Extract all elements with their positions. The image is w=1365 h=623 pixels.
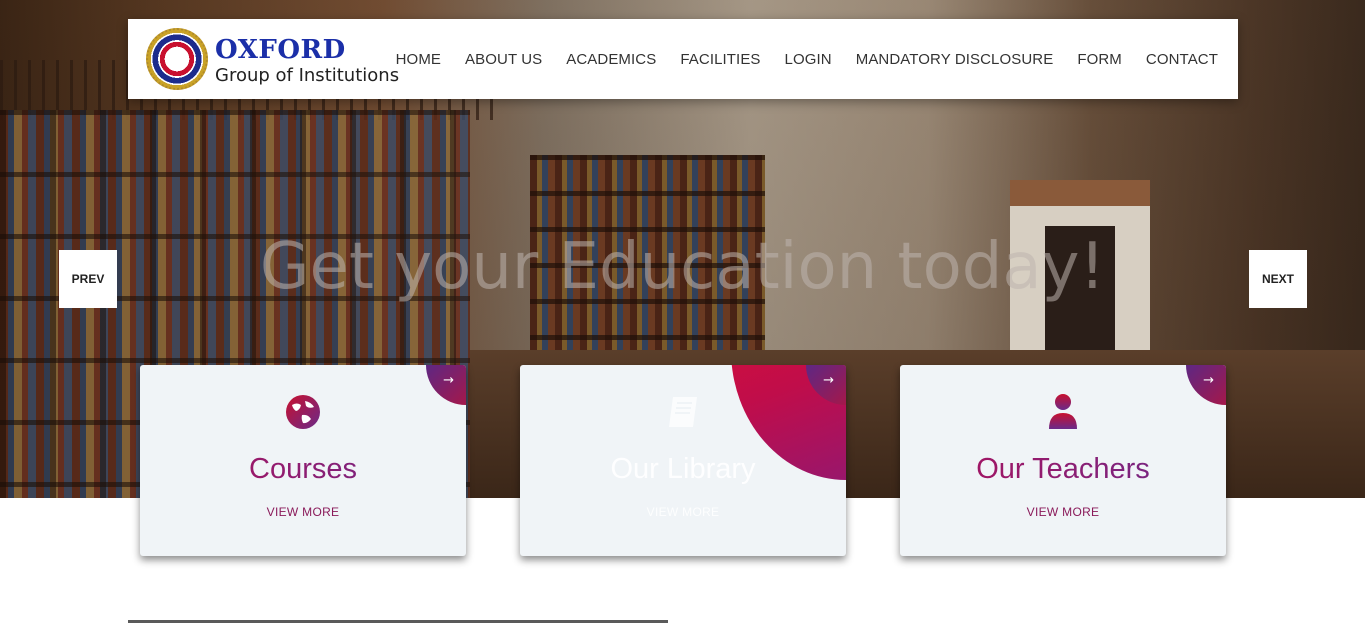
view-more-link[interactable]: VIEW MORE: [520, 505, 846, 519]
nav-about-us[interactable]: ABOUT US: [465, 51, 542, 68]
card-title: Our Teachers: [900, 455, 1226, 484]
card-teachers[interactable]: → Our Teachers VIEW MORE: [900, 365, 1226, 556]
globe-icon: [286, 395, 320, 429]
nav-academics[interactable]: ACADEMICS: [566, 51, 656, 68]
card-library[interactable]: → Our Library VIEW MORE: [520, 365, 846, 556]
hero-headline: Get your Education today!: [259, 230, 1106, 304]
slider-prev-button[interactable]: PREV: [59, 250, 117, 308]
card-courses[interactable]: → Courses VIEW MORE: [140, 365, 466, 556]
institution-logo-seal[interactable]: [146, 28, 208, 90]
arrow-right-icon[interactable]: →: [443, 373, 454, 388]
arrow-right-icon[interactable]: →: [823, 373, 834, 388]
nav-contact[interactable]: CONTACT: [1146, 51, 1218, 68]
book-icon: [669, 397, 697, 427]
main-menu: HOME ABOUT US ACADEMICS FACILITIES LOGIN…: [396, 19, 1218, 99]
nav-facilities[interactable]: FACILITIES: [680, 51, 760, 68]
view-more-link[interactable]: VIEW MORE: [140, 505, 466, 519]
top-navbar: OXFORD Group of Institutions HOME ABOUT …: [128, 19, 1238, 99]
nav-home[interactable]: HOME: [396, 51, 441, 68]
card-title: Our Library: [610, 453, 756, 485]
nav-mandatory-disclosure[interactable]: MANDATORY DISCLOSURE: [856, 51, 1054, 68]
logo-subtitle[interactable]: Group of Institutions: [215, 67, 399, 85]
nav-login[interactable]: LOGIN: [785, 51, 832, 68]
logo-title[interactable]: OXFORD: [215, 37, 346, 63]
view-more-link[interactable]: VIEW MORE: [900, 505, 1226, 519]
slider-next-button[interactable]: NEXT: [1249, 250, 1307, 308]
nav-form[interactable]: FORM: [1077, 51, 1122, 68]
card-title: Courses: [140, 455, 466, 484]
arrow-right-icon[interactable]: →: [1203, 373, 1214, 388]
user-icon: [1049, 394, 1077, 429]
